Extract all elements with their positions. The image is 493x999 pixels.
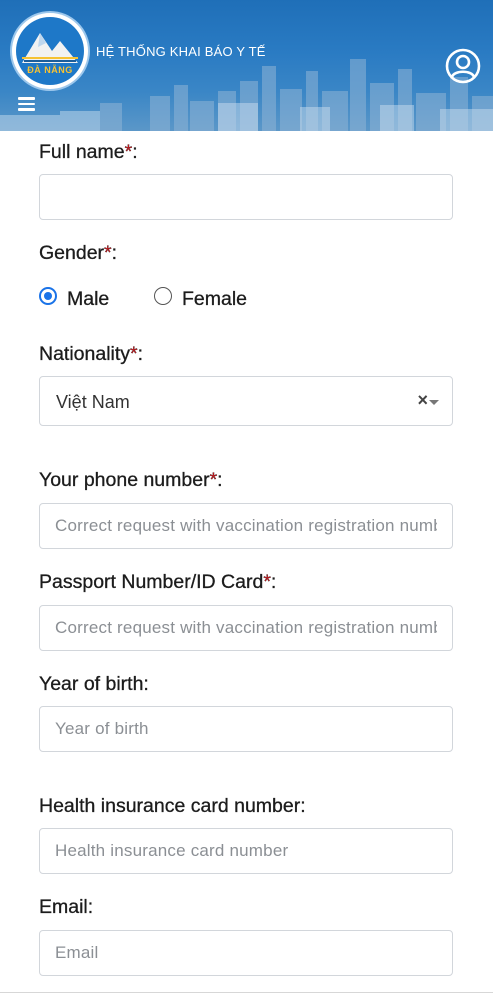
required-mark: *: [104, 242, 112, 264]
required-mark: *: [263, 571, 271, 593]
health-insurance-label: Health insurance card number:: [39, 795, 306, 817]
user-account-icon[interactable]: [445, 48, 481, 84]
email-label: Email:: [39, 896, 94, 918]
health-insurance-input[interactable]: [39, 828, 453, 874]
gender-female-radio[interactable]: [154, 287, 172, 305]
clear-selection-icon[interactable]: ×: [417, 390, 428, 411]
nationality-value: Việt Nam: [56, 392, 130, 412]
nationality-select[interactable]: Việt Nam ×: [39, 376, 453, 426]
phone-input[interactable]: [39, 503, 453, 549]
phone-label: Your phone number*:: [39, 469, 223, 491]
gender-female-label[interactable]: Female: [182, 288, 247, 311]
nationality-label: Nationality*:: [39, 343, 144, 365]
divider: [0, 992, 493, 993]
hamburger-menu-icon[interactable]: [18, 97, 35, 111]
chevron-down-icon[interactable]: [429, 400, 439, 405]
gender-male-radio[interactable]: [39, 287, 57, 305]
danang-logo: ĐÀ NẴNG: [12, 13, 88, 89]
year-of-birth-label: Year of birth:: [39, 673, 149, 695]
required-mark: *: [130, 343, 138, 365]
app-header: ĐÀ NẴNG HỆ THỐNG KHAI BÁO Y TẾ: [0, 0, 493, 131]
gender-label: Gender*:: [39, 242, 118, 264]
passport-input[interactable]: [39, 605, 453, 651]
app-title: HỆ THỐNG KHAI BÁO Y TẾ: [96, 44, 266, 59]
year-of-birth-input[interactable]: [39, 706, 453, 752]
gender-male-label[interactable]: Male: [67, 288, 110, 311]
full-name-label: Full name*:: [39, 141, 138, 163]
logo-text: ĐÀ NẴNG: [27, 65, 73, 75]
passport-label: Passport Number/ID Card*:: [39, 571, 277, 593]
full-name-input[interactable]: [39, 174, 453, 220]
email-input[interactable]: [39, 930, 453, 976]
